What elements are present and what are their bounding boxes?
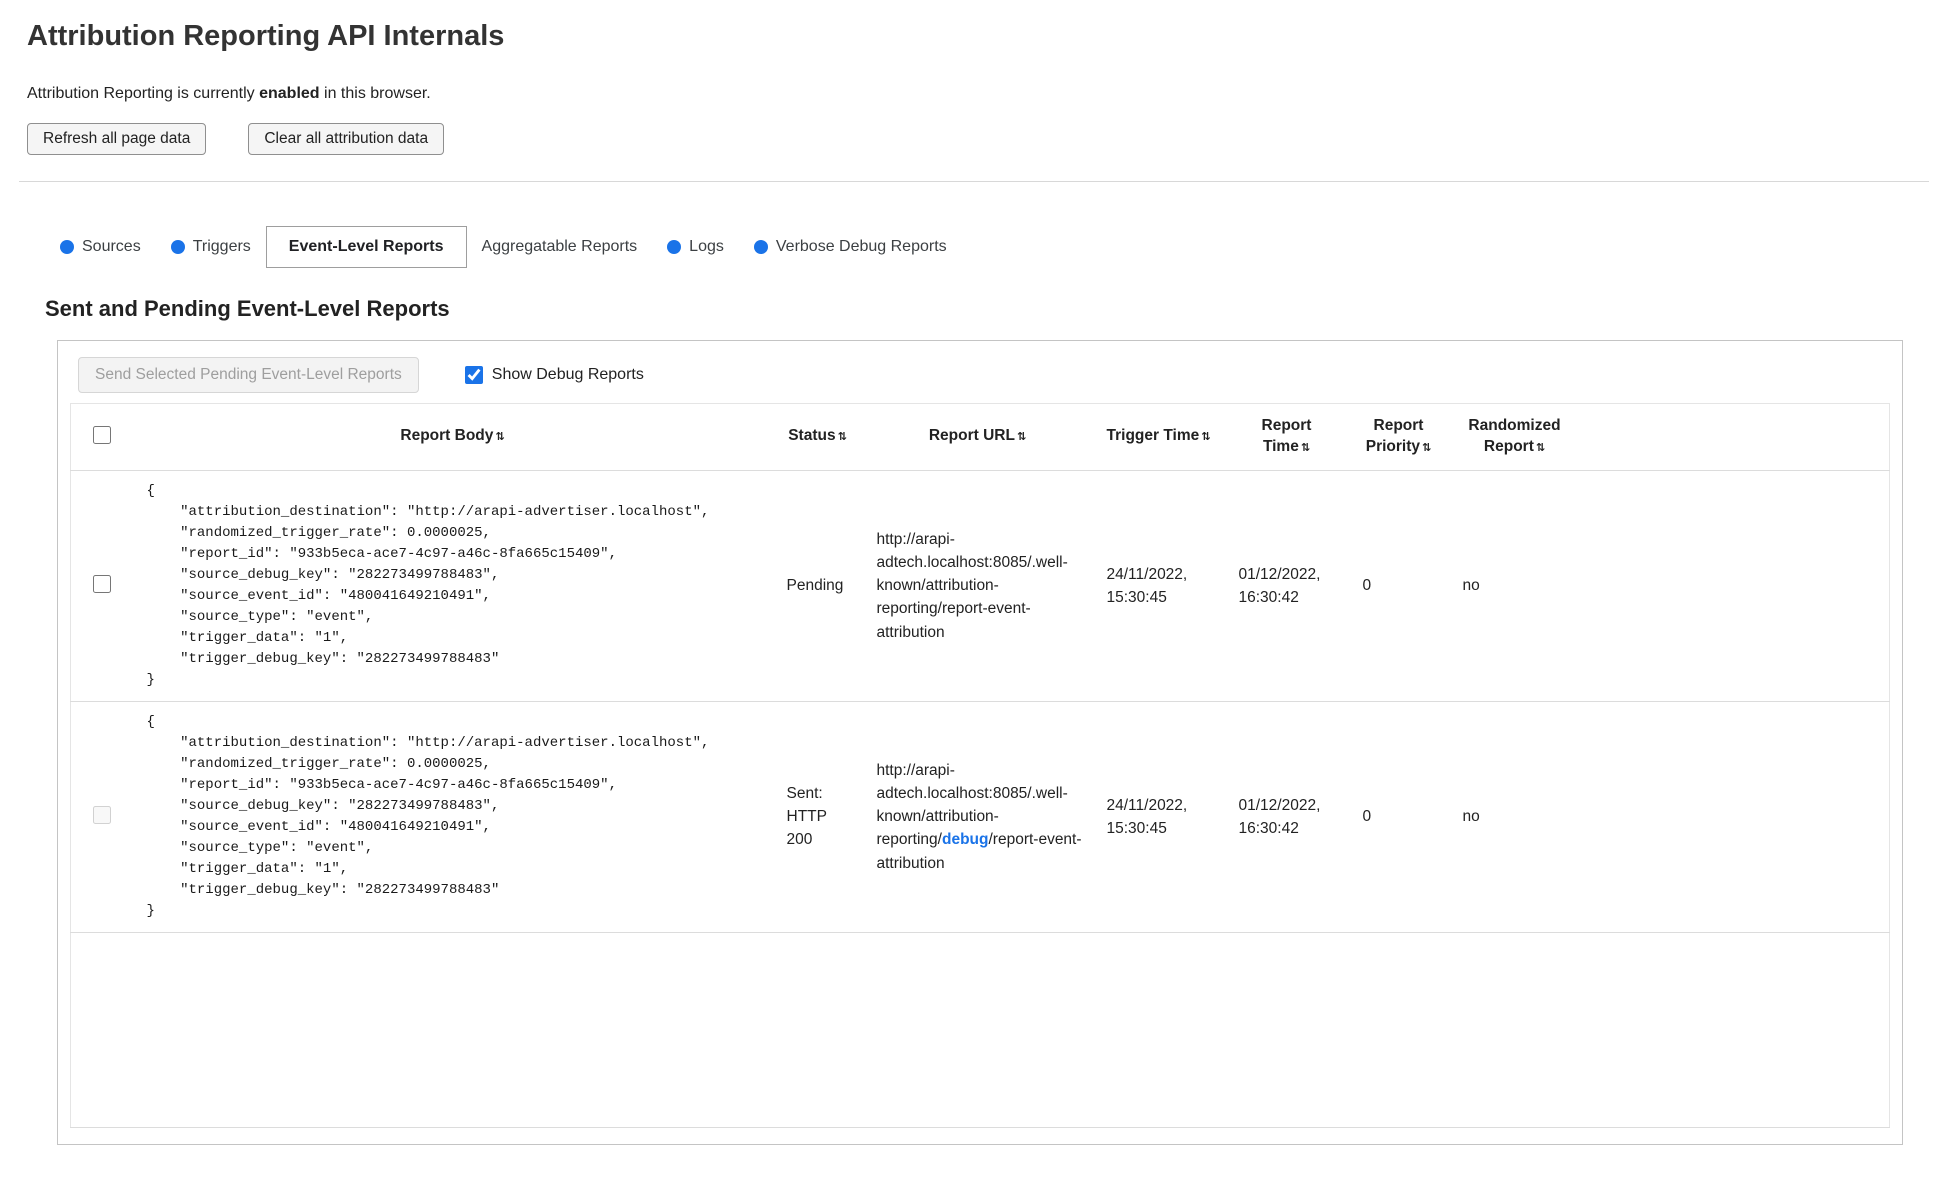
tab-label: Triggers [192,238,251,255]
header-report-time[interactable]: Report Time ⇅ [1224,403,1349,471]
report-body: { "attribution_destination": "http://ara… [132,470,773,702]
row-select-checkbox-disabled [93,805,112,824]
sort-icon: ⇅ [495,431,505,444]
report-url: http://arapi-adtech.localhost:8085/.well… [862,701,1093,933]
header-label: Report Priority [1365,417,1424,455]
tab-triggers[interactable]: Triggers [156,226,266,268]
header-trigger-time[interactable]: Trigger Time ⇅ [1092,403,1225,471]
report-row-pending: { "attribution_destination": "http://ara… [70,470,1890,702]
row-select-cell [70,701,133,933]
tab-bar: Sources Triggers Event-Level Reports Agg… [45,226,1903,268]
empty-cell [70,932,1890,1128]
refresh-all-page-data-button[interactable]: Refresh all page data [27,123,207,155]
header-report-priority[interactable]: Report Priority ⇅ [1348,403,1449,471]
tab-label: Verbose Debug Reports [775,238,947,255]
clear-all-attribution-data-button[interactable]: Clear all attribution data [248,123,445,155]
filler-cell [1580,701,1890,933]
sort-icon: ⇅ [1300,441,1311,454]
tab-aggregatable-reports[interactable]: Aggregatable Reports [467,226,653,268]
header-status[interactable]: Status ⇅ [772,403,863,471]
header-label: Status [788,427,836,445]
report-body: { "attribution_destination": "http://ara… [132,701,773,933]
row-select-checkbox[interactable] [93,574,112,593]
new-data-dot-icon [60,240,74,254]
content-area: Sources Triggers Event-Level Reports Agg… [27,226,1921,1145]
table-header-row: Report Body ⇅ Status ⇅ Report URL ⇅ Trigger… [70,403,1890,471]
trigger-time: 24/11/2022, 15:30:45 [1092,470,1225,702]
header-report-url[interactable]: Report URL ⇅ [862,403,1093,471]
tab-event-level-reports[interactable]: Event-Level Reports [265,226,467,268]
new-data-dot-icon [753,240,768,254]
header-label: Randomized Report [1468,417,1561,455]
report-row-sent: { "attribution_destination": "http://ara… [70,701,1890,933]
select-all-checkbox[interactable] [93,425,112,444]
status-enabled-text: enabled [259,85,320,102]
sort-icon: ⇅ [1201,431,1211,444]
report-time: 01/12/2022, 16:30:42 [1224,701,1349,933]
header-label: Report URL [928,427,1015,445]
tab-label: Event-Level Reports [288,238,444,255]
tab-label: Aggregatable Reports [481,238,638,255]
header-report-body[interactable]: Report Body ⇅ [132,403,773,471]
row-select-cell [70,470,133,702]
new-data-dot-icon [667,240,682,254]
url-text: http://arapi-adtech.localhost:8085/.well… [876,530,1068,641]
filler-cell [1580,470,1890,702]
status-line: Attribution Reporting is currently enabl… [27,85,1921,103]
show-debug-checkbox[interactable] [464,366,483,384]
select-all-header [70,403,133,471]
header-label: Report Body [400,427,494,445]
status-suffix: in this browser. [319,85,431,102]
trigger-time: 24/11/2022, 15:30:45 [1092,701,1225,933]
report-status: Sent: HTTP 200 [772,701,863,933]
new-data-dot-icon [170,240,185,254]
sort-icon: ⇅ [1535,441,1546,454]
tab-label: Logs [689,238,724,255]
send-selected-reports-button[interactable]: Send Selected Pending Event-Level Report… [78,357,419,393]
empty-table-space [70,932,1890,1128]
attribution-internals-page: Attribution Reporting API Internals Attr… [0,0,1948,1155]
report-priority: 0 [1348,470,1449,702]
tab-logs[interactable]: Logs [652,226,739,268]
header-filler [1580,403,1890,471]
tab-verbose-debug-reports[interactable]: Verbose Debug Reports [739,226,962,268]
show-debug-toggle: Show Debug Reports [464,366,644,384]
sort-icon: ⇅ [1016,431,1027,444]
tab-sources[interactable]: Sources [45,226,156,268]
debug-path-highlight: debug [941,831,989,849]
reports-table: Report Body ⇅ Status ⇅ Report URL ⇅ Trigger… [70,403,1890,1128]
show-debug-label: Show Debug Reports [491,366,644,383]
header-randomized-report[interactable]: Randomized Report ⇅ [1448,403,1581,471]
report-time: 01/12/2022, 16:30:42 [1224,470,1349,702]
header-label: Trigger Time [1106,427,1200,445]
report-url: http://arapi-adtech.localhost:8085/.well… [862,470,1093,702]
tab-label: Sources [82,238,141,255]
randomized-report: no [1448,470,1581,702]
page-title: Attribution Reporting API Internals [27,20,505,52]
report-priority: 0 [1348,701,1449,933]
report-status: Pending [772,470,863,702]
randomized-report: no [1448,701,1581,933]
reports-controls: Send Selected Pending Event-Level Report… [70,357,1890,393]
divider [19,181,1929,182]
sort-icon: ⇅ [837,431,847,444]
page-actions: Refresh all page data Clear all attribut… [27,123,1921,155]
reports-panel: Send Selected Pending Event-Level Report… [57,340,1903,1145]
section-heading: Sent and Pending Event-Level Reports [45,296,450,321]
status-prefix: Attribution Reporting is currently [27,85,260,102]
sort-icon: ⇅ [1422,441,1432,454]
